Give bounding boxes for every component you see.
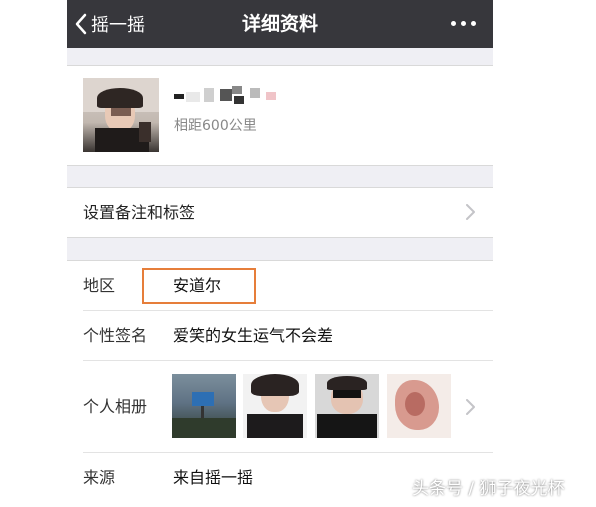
album-row[interactable]: 个人相册 bbox=[67, 361, 493, 453]
album-thumbnail-3[interactable] bbox=[315, 374, 379, 438]
album-label: 个人相册 bbox=[83, 397, 148, 416]
chevron-right-icon bbox=[466, 399, 475, 419]
back-button[interactable]: 摇一摇 bbox=[75, 0, 145, 48]
distance-text: 相距600公里 bbox=[174, 118, 257, 134]
remark-tags-row[interactable]: 设置备注和标签 bbox=[67, 187, 493, 238]
nickname-pixelated bbox=[174, 86, 304, 106]
profile-card: 相距600公里 bbox=[67, 65, 493, 166]
navigation-bar: 摇一摇 详细资料 bbox=[67, 0, 493, 48]
album-thumbnail-4[interactable] bbox=[387, 374, 451, 438]
chevron-left-icon bbox=[75, 13, 87, 35]
back-button-label: 摇一摇 bbox=[91, 15, 145, 36]
source-label: 来源 bbox=[83, 468, 116, 487]
info-card: 地区 安道尔 个性签名 爱笑的女生运气不会差 个人相册 来源 来自摇一摇 bbox=[67, 260, 493, 507]
signature-value: 爱笑的女生运气不会差 bbox=[173, 326, 334, 345]
region-row: 地区 安道尔 bbox=[67, 261, 493, 311]
more-dots-icon[interactable] bbox=[451, 17, 477, 31]
watermark-text: 头条号 / 狮子夜光杯 bbox=[412, 479, 565, 499]
region-label: 地区 bbox=[83, 276, 116, 295]
phone-screen: 摇一摇 详细资料 相距600公里 设置备注和标签 地区 安道尔 个性签名 爱笑的… bbox=[67, 0, 493, 507]
signature-label: 个性签名 bbox=[83, 326, 148, 345]
album-thumbnail-2[interactable] bbox=[243, 374, 307, 438]
avatar[interactable] bbox=[83, 78, 159, 152]
chevron-right-icon bbox=[466, 204, 475, 224]
album-thumbnail-1[interactable] bbox=[172, 374, 236, 438]
region-value: 安道尔 bbox=[173, 276, 222, 295]
remark-tags-label: 设置备注和标签 bbox=[83, 203, 196, 222]
signature-row: 个性签名 爱笑的女生运气不会差 bbox=[67, 311, 493, 361]
source-value: 来自摇一摇 bbox=[173, 468, 254, 487]
